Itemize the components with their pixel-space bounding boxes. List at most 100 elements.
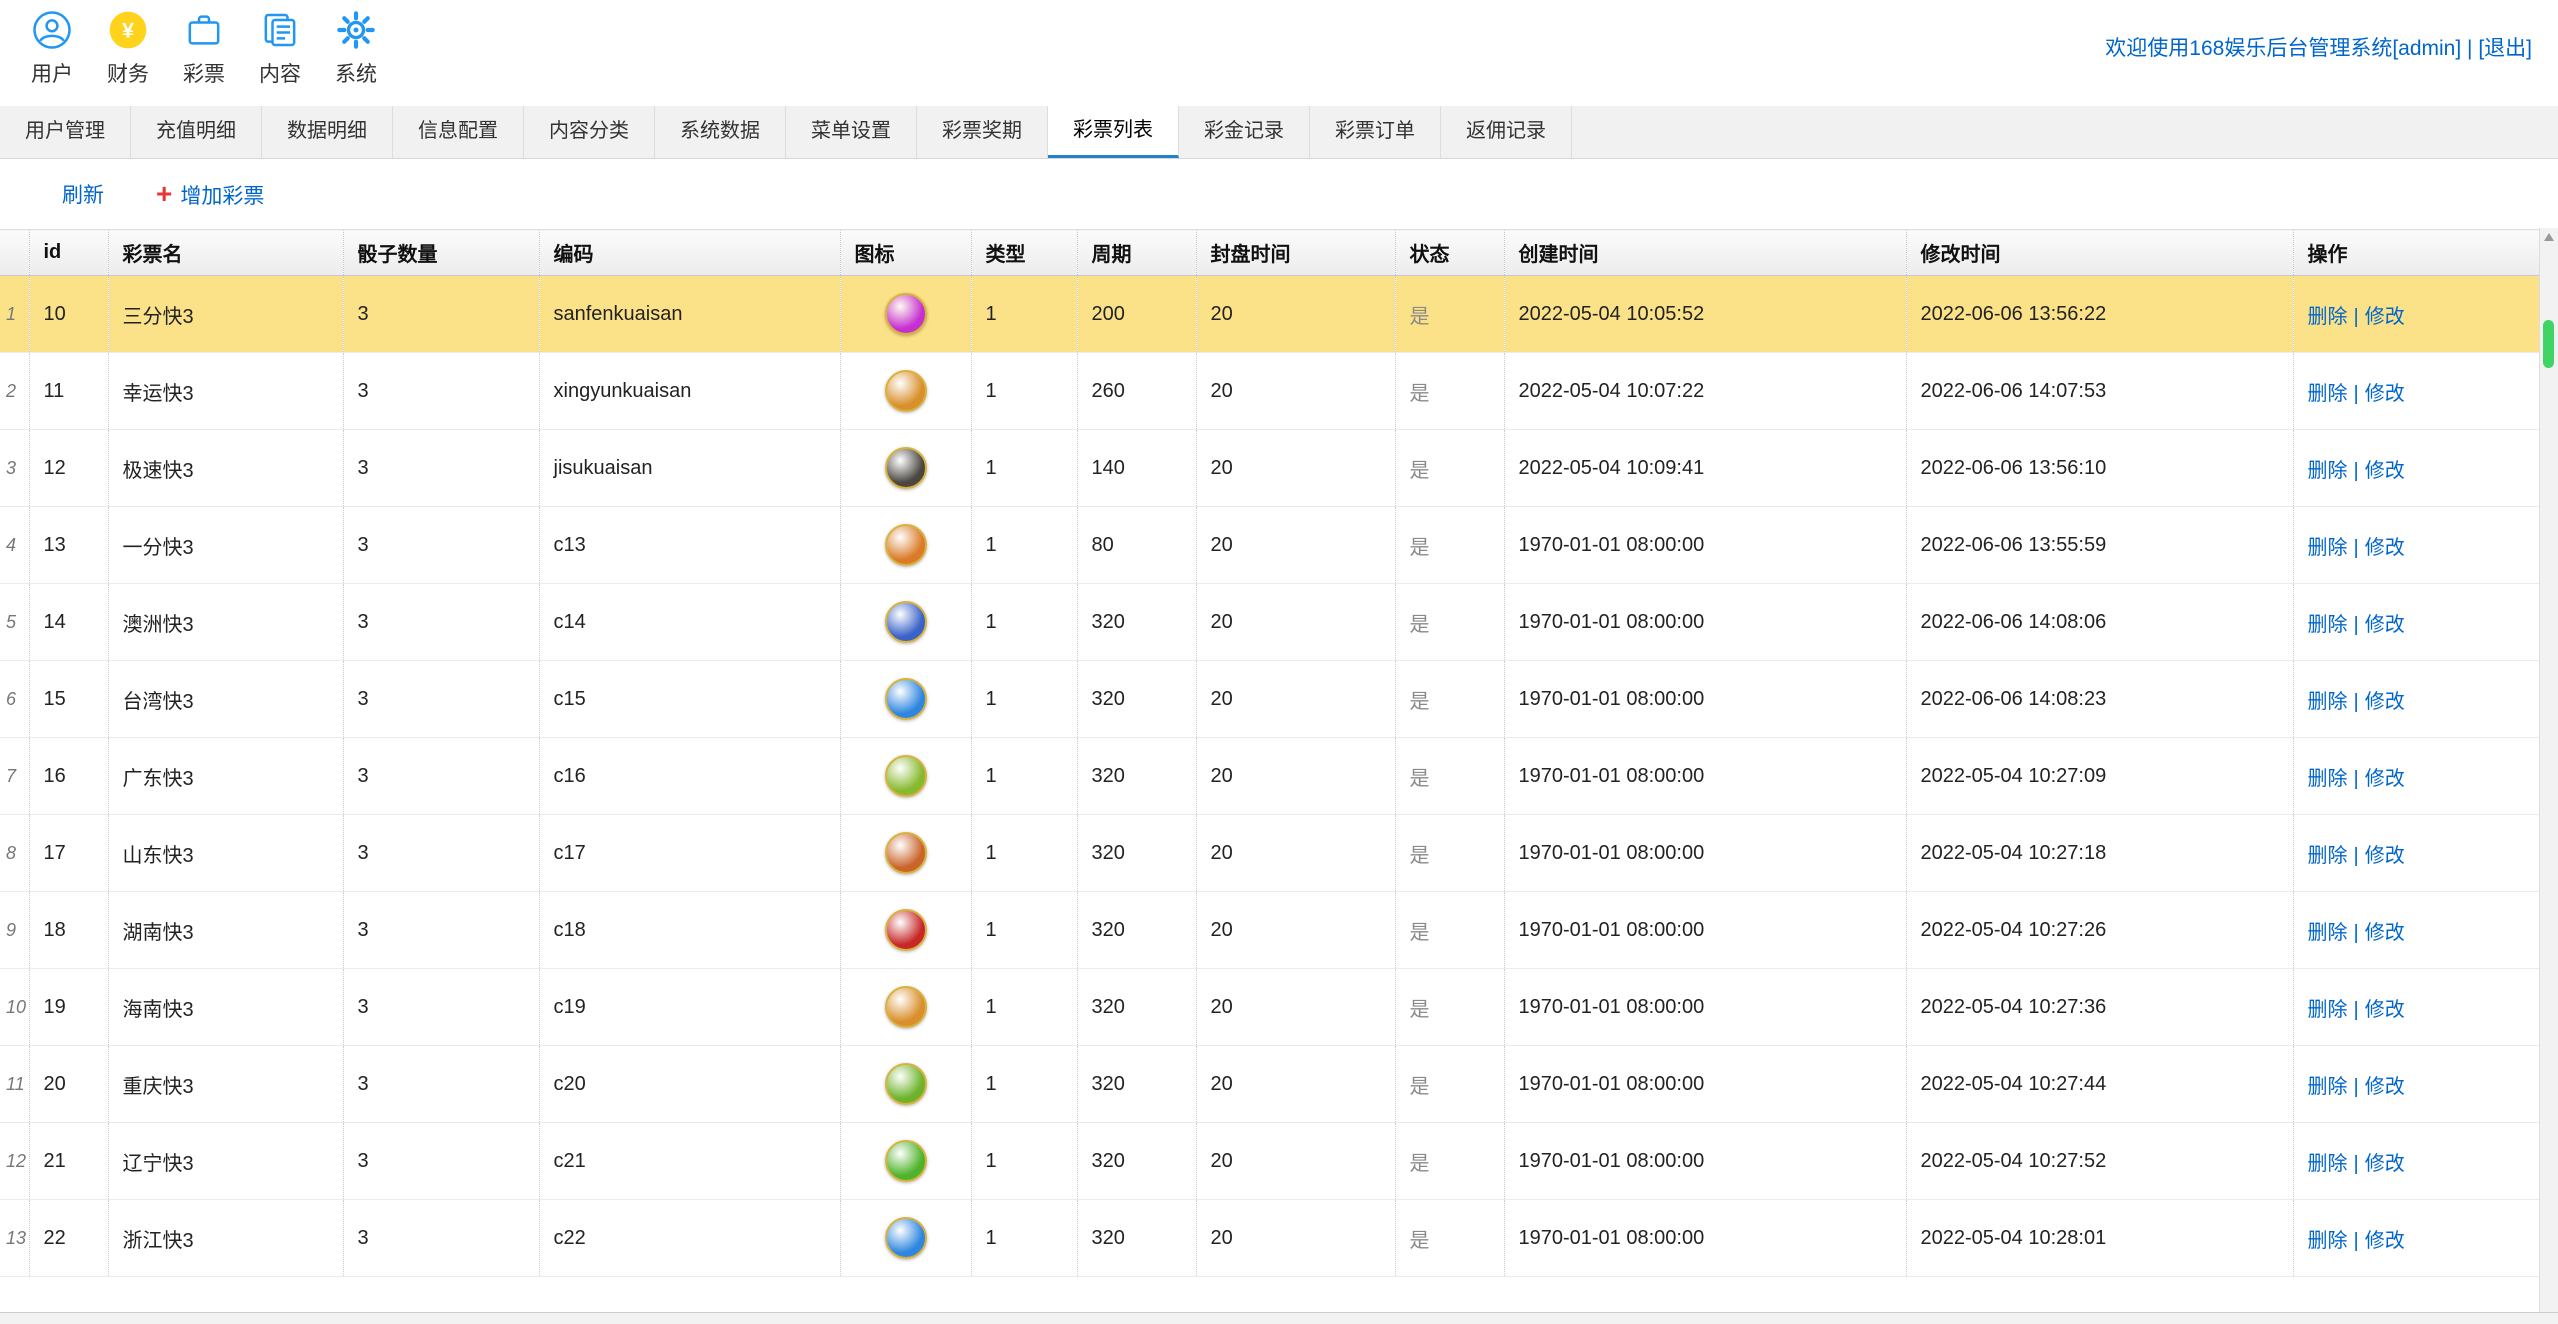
nav-item-finance[interactable]: ¥财务 bbox=[90, 10, 166, 88]
table-row[interactable]: 211幸运快33xingyunkuaisan126020是2022-05-04 … bbox=[0, 353, 2539, 430]
cell-name: 一分快3 bbox=[108, 507, 343, 584]
lottery-logo-icon bbox=[885, 370, 927, 412]
cell-created: 1970-01-01 08:00:00 bbox=[1504, 1046, 1906, 1123]
edit-link[interactable]: 修改 bbox=[2365, 460, 2405, 482]
welcome-separator: | bbox=[2461, 37, 2478, 60]
table-row[interactable]: 918湖南快33c18132020是1970-01-01 08:00:00202… bbox=[0, 892, 2539, 969]
delete-link[interactable]: 删除 bbox=[2308, 383, 2348, 405]
edit-link[interactable]: 修改 bbox=[2365, 537, 2405, 559]
refresh-link[interactable]: 刷新 bbox=[62, 179, 104, 209]
edit-link[interactable]: 修改 bbox=[2365, 999, 2405, 1021]
cell-close: 20 bbox=[1196, 815, 1395, 892]
lottery-logo-icon bbox=[885, 986, 927, 1028]
tab-bonus-records[interactable]: 彩金记录 bbox=[1179, 106, 1310, 158]
tab-content-category[interactable]: 内容分类 bbox=[524, 106, 655, 158]
edit-link[interactable]: 修改 bbox=[2365, 845, 2405, 867]
edit-link[interactable]: 修改 bbox=[2365, 768, 2405, 790]
logout-link[interactable]: [退出] bbox=[2478, 37, 2532, 60]
action-separator: | bbox=[2354, 768, 2359, 790]
table-row[interactable]: 1221辽宁快33c21132020是1970-01-01 08:00:0020… bbox=[0, 1123, 2539, 1200]
delete-link[interactable]: 删除 bbox=[2308, 768, 2348, 790]
table-row[interactable]: 514澳洲快33c14132020是1970-01-01 08:00:00202… bbox=[0, 584, 2539, 661]
lottery-logo-icon bbox=[885, 524, 927, 566]
edit-link[interactable]: 修改 bbox=[2365, 922, 2405, 944]
tab-lottery-list[interactable]: 彩票列表 bbox=[1048, 106, 1179, 158]
nav-label-user: 用户 bbox=[31, 58, 73, 88]
col-code: 编码 bbox=[539, 230, 840, 276]
action-separator: | bbox=[2354, 691, 2359, 713]
delete-link[interactable]: 删除 bbox=[2308, 306, 2348, 328]
delete-link[interactable]: 删除 bbox=[2308, 1153, 2348, 1175]
edit-link[interactable]: 修改 bbox=[2365, 1076, 2405, 1098]
edit-link[interactable]: 修改 bbox=[2365, 1230, 2405, 1252]
lottery-logo-icon bbox=[885, 1063, 927, 1105]
scrollbar-thumb[interactable] bbox=[2543, 320, 2554, 368]
cell-icon bbox=[840, 507, 971, 584]
cell-icon bbox=[840, 430, 971, 507]
tab-lottery-periods[interactable]: 彩票奖期 bbox=[917, 106, 1048, 158]
col-rownum bbox=[0, 230, 29, 276]
cell-type: 1 bbox=[971, 815, 1077, 892]
tab-system-data[interactable]: 系统数据 bbox=[655, 106, 786, 158]
grid-toolbar: 刷新 +增加彩票 bbox=[0, 159, 2558, 229]
delete-link[interactable]: 删除 bbox=[2308, 460, 2348, 482]
table-row[interactable]: 1322浙江快33c22132020是1970-01-01 08:00:0020… bbox=[0, 1200, 2539, 1277]
delete-link[interactable]: 删除 bbox=[2308, 691, 2348, 713]
delete-link[interactable]: 删除 bbox=[2308, 537, 2348, 559]
cell-type: 1 bbox=[971, 353, 1077, 430]
nav-item-user[interactable]: 用户 bbox=[14, 10, 90, 88]
table-row[interactable]: 1019海南快33c19132020是1970-01-01 08:00:0020… bbox=[0, 969, 2539, 1046]
delete-link[interactable]: 删除 bbox=[2308, 999, 2348, 1021]
nav-item-lottery[interactable]: 彩票 bbox=[166, 10, 242, 88]
cell-close: 20 bbox=[1196, 1200, 1395, 1277]
nav-item-content[interactable]: 内容 bbox=[242, 10, 318, 88]
cell-modified: 2022-05-04 10:27:44 bbox=[1906, 1046, 2293, 1123]
edit-link[interactable]: 修改 bbox=[2365, 306, 2405, 328]
briefcase-icon bbox=[184, 10, 224, 50]
edit-link[interactable]: 修改 bbox=[2365, 614, 2405, 636]
tab-rebate-records[interactable]: 返佣记录 bbox=[1441, 106, 1572, 158]
edit-link[interactable]: 修改 bbox=[2365, 691, 2405, 713]
cell-id: 11 bbox=[29, 353, 108, 430]
add-lottery-link[interactable]: +增加彩票 bbox=[156, 178, 264, 210]
nav-item-system[interactable]: 系统 bbox=[318, 10, 394, 88]
cell-icon bbox=[840, 1123, 971, 1200]
delete-link[interactable]: 删除 bbox=[2308, 922, 2348, 944]
horizontal-scrollbar[interactable] bbox=[0, 1312, 2558, 1324]
delete-link[interactable]: 删除 bbox=[2308, 614, 2348, 636]
row-number: 13 bbox=[0, 1200, 29, 1277]
scroll-up-arrow-icon[interactable] bbox=[2544, 233, 2554, 241]
tab-lottery-orders[interactable]: 彩票订单 bbox=[1310, 106, 1441, 158]
delete-link[interactable]: 删除 bbox=[2308, 1076, 2348, 1098]
delete-link[interactable]: 删除 bbox=[2308, 845, 2348, 867]
table-row[interactable]: 716广东快33c16132020是1970-01-01 08:00:00202… bbox=[0, 738, 2539, 815]
cell-actions: 删除|修改 bbox=[2293, 276, 2539, 353]
table-row[interactable]: 110三分快33sanfenkuaisan120020是2022-05-04 1… bbox=[0, 276, 2539, 353]
cell-modified: 2022-06-06 14:07:53 bbox=[1906, 353, 2293, 430]
cell-cycle: 320 bbox=[1077, 1123, 1196, 1200]
table-row[interactable]: 1120重庆快33c20132020是1970-01-01 08:00:0020… bbox=[0, 1046, 2539, 1123]
edit-link[interactable]: 修改 bbox=[2365, 383, 2405, 405]
cell-status: 是 bbox=[1395, 1046, 1504, 1123]
cell-name: 三分快3 bbox=[108, 276, 343, 353]
cell-cycle: 320 bbox=[1077, 815, 1196, 892]
cell-code: sanfenkuaisan bbox=[539, 276, 840, 353]
delete-link[interactable]: 删除 bbox=[2308, 1230, 2348, 1252]
vertical-scrollbar[interactable] bbox=[2539, 228, 2558, 1312]
tab-recharge-details[interactable]: 充值明细 bbox=[131, 106, 262, 158]
table-row[interactable]: 413一分快33c1318020是1970-01-01 08:00:002022… bbox=[0, 507, 2539, 584]
action-separator: | bbox=[2354, 999, 2359, 1021]
cell-modified: 2022-05-04 10:27:52 bbox=[1906, 1123, 2293, 1200]
action-separator: | bbox=[2354, 1076, 2359, 1098]
tab-data-details[interactable]: 数据明细 bbox=[262, 106, 393, 158]
cell-id: 20 bbox=[29, 1046, 108, 1123]
edit-link[interactable]: 修改 bbox=[2365, 1153, 2405, 1175]
cell-id: 15 bbox=[29, 661, 108, 738]
table-row[interactable]: 817山东快33c17132020是1970-01-01 08:00:00202… bbox=[0, 815, 2539, 892]
cell-close: 20 bbox=[1196, 969, 1395, 1046]
table-row[interactable]: 615台湾快33c15132020是1970-01-01 08:00:00202… bbox=[0, 661, 2539, 738]
tab-menu-settings[interactable]: 菜单设置 bbox=[786, 106, 917, 158]
tab-info-config[interactable]: 信息配置 bbox=[393, 106, 524, 158]
tab-user-management[interactable]: 用户管理 bbox=[0, 106, 131, 158]
table-row[interactable]: 312极速快33jisukuaisan114020是2022-05-04 10:… bbox=[0, 430, 2539, 507]
